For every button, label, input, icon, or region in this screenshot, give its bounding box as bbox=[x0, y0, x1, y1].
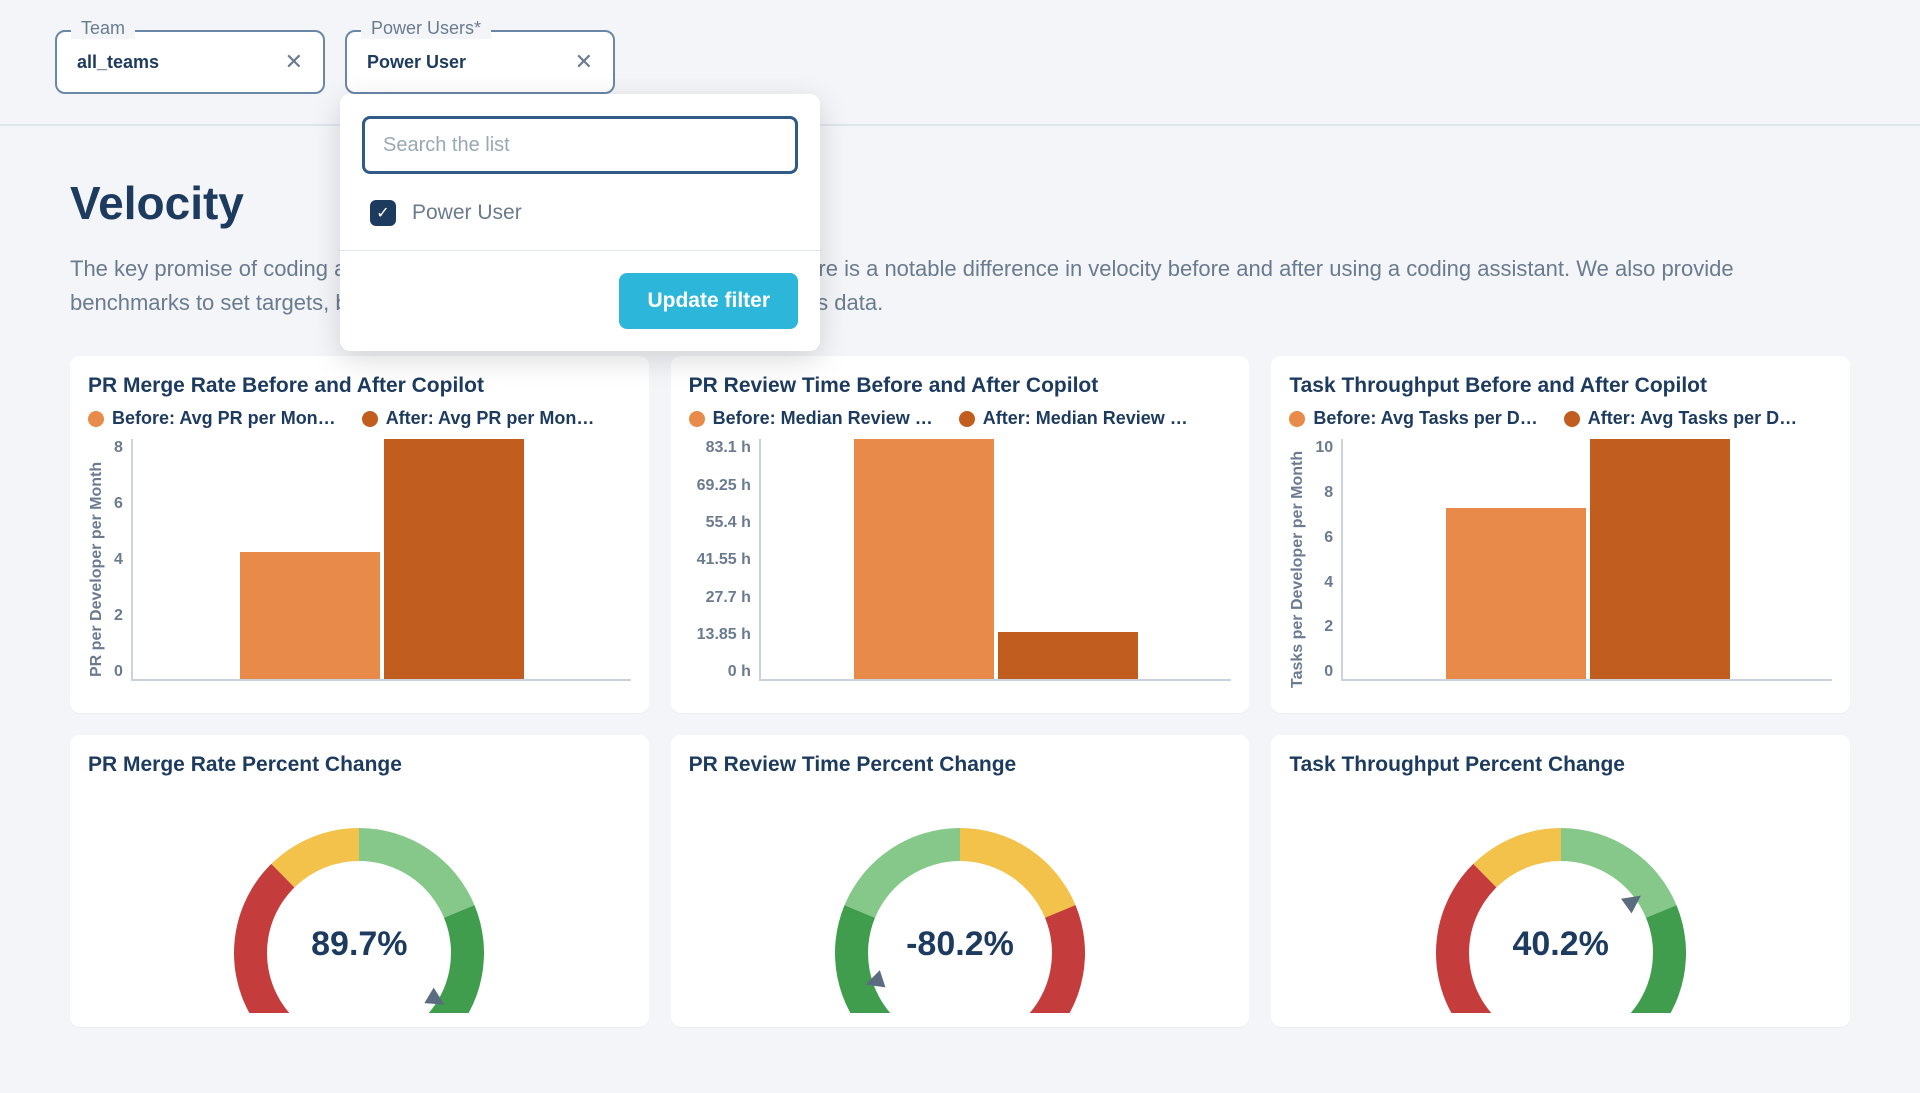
legend-dot-before-icon bbox=[88, 411, 104, 427]
gauge-value: 40.2% bbox=[1401, 925, 1721, 964]
search-input[interactable] bbox=[362, 116, 798, 174]
chart-legend: Before: Avg Tasks per D… After: Avg Task… bbox=[1289, 408, 1832, 429]
clear-icon[interactable]: ✕ bbox=[285, 49, 303, 75]
legend-dot-after-icon bbox=[1564, 411, 1580, 427]
plot-area bbox=[759, 439, 1231, 681]
card-pr-merge-rate: PR Merge Rate Before and After Copilot B… bbox=[70, 356, 649, 713]
y-axis-ticks: 1086420 bbox=[1307, 439, 1341, 699]
bars bbox=[133, 439, 631, 679]
filter-bar: Team all_teams ✕ Power Users* Power User… bbox=[0, 0, 1920, 126]
power-users-filter-chip[interactable]: Power Users* Power User ✕ bbox=[345, 30, 615, 94]
card-pr-merge-rate-change: PR Merge Rate Percent Change 89.7% bbox=[70, 735, 649, 1027]
main-content: Velocity The key promise of coding assis… bbox=[0, 126, 1920, 1067]
team-filter-value: all_teams bbox=[77, 52, 159, 73]
option-power-user[interactable]: ✓ Power User bbox=[370, 200, 790, 226]
update-filter-button[interactable]: Update filter bbox=[619, 273, 798, 329]
clear-icon[interactable]: ✕ bbox=[575, 49, 593, 75]
card-title: Task Throughput Percent Change bbox=[1289, 753, 1832, 777]
legend-before: Before: Avg Tasks per D… bbox=[1313, 408, 1537, 428]
legend-after: After: Median Review … bbox=[983, 408, 1188, 428]
page-description: The key promise of coding assistants is … bbox=[70, 252, 1850, 320]
legend-dot-before-icon bbox=[689, 411, 705, 427]
bar-chart: 83.1 h69.25 h55.4 h41.55 h27.7 h13.85 h0… bbox=[689, 439, 1232, 699]
plot-area bbox=[131, 439, 631, 681]
checkbox-checked-icon: ✓ bbox=[370, 200, 396, 226]
legend-after: After: Avg PR per Mon… bbox=[386, 408, 595, 428]
gauge-value: -80.2% bbox=[800, 925, 1120, 964]
power-users-dropdown: ✓ Power User Update filter bbox=[340, 94, 820, 351]
divider bbox=[340, 250, 820, 251]
legend-dot-after-icon bbox=[959, 411, 975, 427]
bar bbox=[1590, 439, 1730, 679]
y-axis-label: PR per Developer per Month bbox=[88, 439, 106, 699]
bar-chart: PR per Developer per Month 86420 bbox=[88, 439, 631, 699]
bars bbox=[761, 439, 1231, 679]
team-filter-chip[interactable]: Team all_teams ✕ bbox=[55, 30, 325, 94]
bar bbox=[1446, 508, 1586, 679]
card-pr-review-time-change: PR Review Time Percent Change -80.2% bbox=[671, 735, 1250, 1027]
card-title: PR Review Time Percent Change bbox=[689, 753, 1232, 777]
bar bbox=[384, 439, 524, 679]
card-pr-review-time: PR Review Time Before and After Copilot … bbox=[671, 356, 1250, 713]
card-title: PR Merge Rate Percent Change bbox=[88, 753, 631, 777]
bar bbox=[998, 632, 1138, 679]
chart-legend: Before: Median Review … After: Median Re… bbox=[689, 408, 1232, 429]
legend-dot-before-icon bbox=[1289, 411, 1305, 427]
card-title: Task Throughput Before and After Copilot bbox=[1289, 374, 1832, 398]
card-task-throughput: Task Throughput Before and After Copilot… bbox=[1271, 356, 1850, 713]
plot-area bbox=[1341, 439, 1832, 681]
bar bbox=[854, 439, 994, 679]
gauge-chart: -80.2% bbox=[800, 803, 1120, 1013]
power-users-filter-legend: Power Users* bbox=[361, 18, 491, 39]
legend-before: Before: Median Review … bbox=[713, 408, 933, 428]
y-axis-ticks: 86420 bbox=[106, 439, 131, 699]
card-title: PR Merge Rate Before and After Copilot bbox=[88, 374, 631, 398]
card-grid: PR Merge Rate Before and After Copilot B… bbox=[70, 356, 1850, 1027]
card-task-throughput-change: Task Throughput Percent Change 40.2% bbox=[1271, 735, 1850, 1027]
power-users-filter-value: Power User bbox=[367, 52, 466, 73]
bar-chart: Tasks per Developer per Month 1086420 bbox=[1289, 439, 1832, 699]
legend-dot-after-icon bbox=[362, 411, 378, 427]
team-filter-legend: Team bbox=[71, 18, 135, 39]
legend-after: After: Avg Tasks per D… bbox=[1588, 408, 1797, 428]
gauge-value: 89.7% bbox=[199, 925, 519, 964]
gauge-chart: 40.2% bbox=[1401, 803, 1721, 1013]
chart-legend: Before: Avg PR per Mon… After: Avg PR pe… bbox=[88, 408, 631, 429]
bars bbox=[1343, 439, 1832, 679]
legend-before: Before: Avg PR per Mon… bbox=[112, 408, 336, 428]
gauge-chart: 89.7% bbox=[199, 803, 519, 1013]
page-title: Velocity bbox=[70, 176, 1850, 230]
y-axis-label: Tasks per Developer per Month bbox=[1289, 439, 1307, 699]
y-axis-ticks: 83.1 h69.25 h55.4 h41.55 h27.7 h13.85 h0… bbox=[689, 439, 759, 699]
card-title: PR Review Time Before and After Copilot bbox=[689, 374, 1232, 398]
option-label: Power User bbox=[412, 201, 522, 225]
bar bbox=[240, 552, 380, 679]
